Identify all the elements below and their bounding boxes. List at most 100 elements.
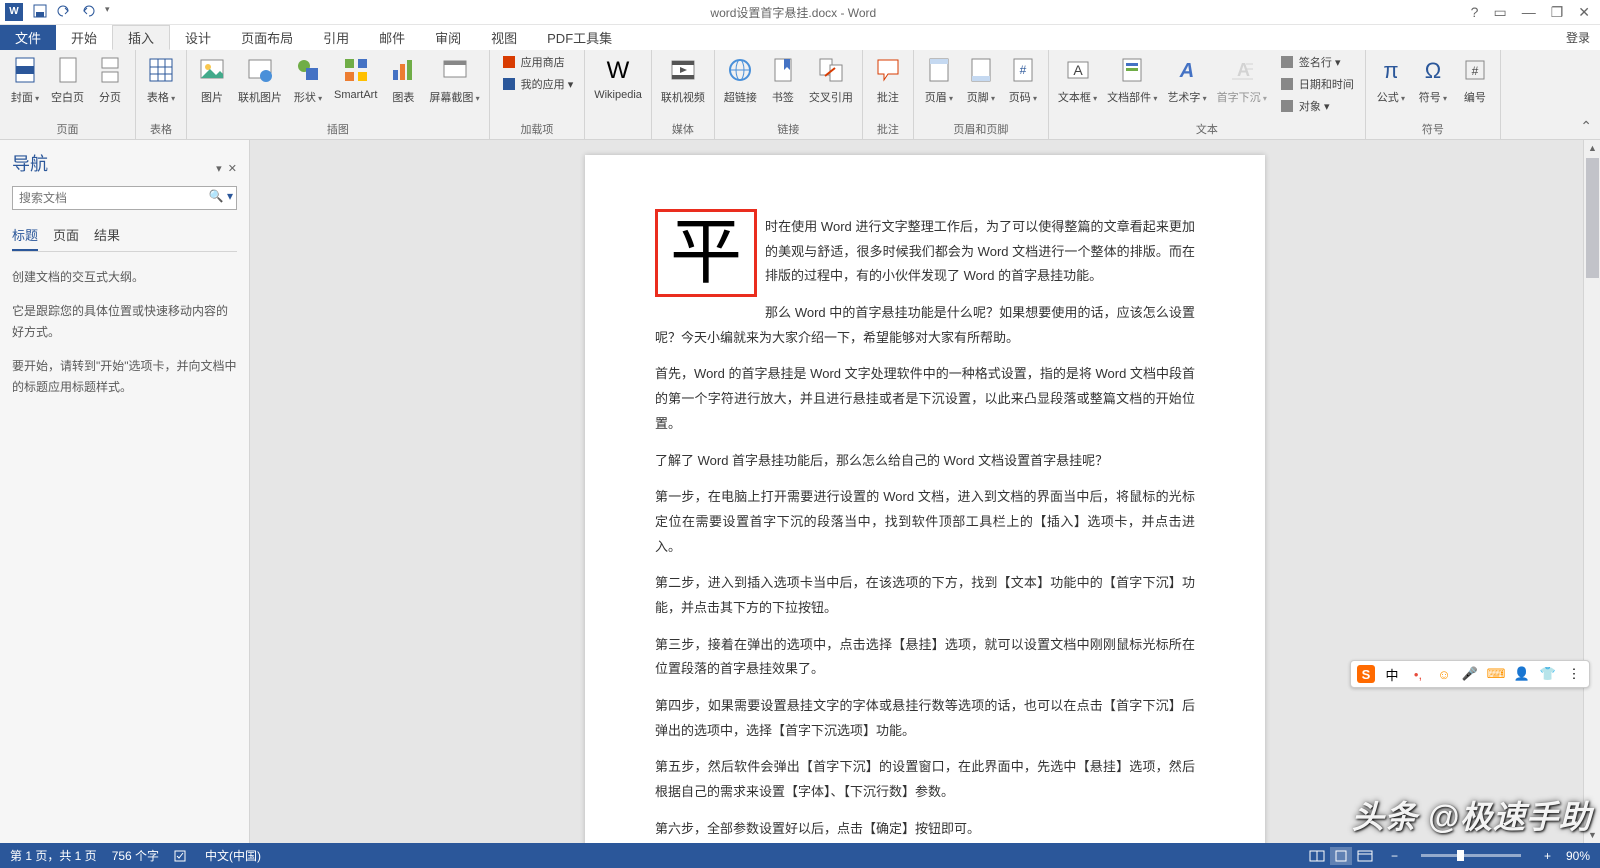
object-button[interactable]: 对象 ▾ <box>1273 96 1360 116</box>
document-page[interactable]: 平 时在使用 Word 进行文字整理工作后，为了可以使得整篇的文章看起来更加的美… <box>585 155 1265 843</box>
page-number-button[interactable]: #页码 <box>1003 52 1043 107</box>
qat-dropdown-icon[interactable]: ▾ <box>105 4 121 20</box>
online-video-button[interactable]: 联机视频 <box>657 52 709 107</box>
header-button[interactable]: 页眉 <box>919 52 959 107</box>
smartart-button[interactable]: SmartArt <box>330 52 381 103</box>
tab-视图[interactable]: 视图 <box>476 25 532 50</box>
equation-button[interactable]: π公式 <box>1371 52 1411 107</box>
zoom-in-button[interactable]: + <box>1544 849 1551 863</box>
zoom-out-button[interactable]: − <box>1391 849 1398 863</box>
restore-icon[interactable]: ❐ <box>1551 4 1564 21</box>
paragraph[interactable]: 那么 Word 中的首字悬挂功能是什么呢？如果想要使用的话，应该怎么设置呢？今天… <box>655 301 1195 350</box>
scrollbar-thumb[interactable] <box>1586 158 1599 278</box>
footer-button[interactable]: 页脚 <box>961 52 1001 107</box>
wikipedia-button[interactable]: WWikipedia <box>590 52 646 103</box>
screenshot-button[interactable]: 屏幕截图 <box>425 52 483 107</box>
tab-插入[interactable]: 插入 <box>112 25 170 50</box>
my-apps-button[interactable]: 我的应用 ▾ <box>495 74 580 94</box>
quick-parts-button[interactable]: 文档部件 <box>1103 52 1161 107</box>
number-button[interactable]: #编号 <box>1455 52 1495 107</box>
document-area[interactable]: 平 时在使用 Word 进行文字整理工作后，为了可以使得整篇的文章看起来更加的美… <box>250 140 1600 843</box>
tab-开始[interactable]: 开始 <box>56 25 112 50</box>
text-box-button[interactable]: A文本框 <box>1054 52 1101 107</box>
document-content[interactable]: 平 时在使用 Word 进行文字整理工作后，为了可以使得整篇的文章看起来更加的美… <box>655 215 1195 843</box>
paragraph-text[interactable]: 时在使用 Word 进行文字整理工作后，为了可以使得整篇的文章看起来更加的美观与… <box>765 219 1195 283</box>
drop-cap-button[interactable]: A首字下沉 <box>1213 52 1271 107</box>
ime-toolbar[interactable]: S 中 •, ☺ 🎤 ⌨ 👤 👕 ⋮ <box>1350 660 1590 688</box>
paragraph[interactable]: 第六步，全部参数设置好以后，点击【确定】按钮即可。 <box>655 817 1195 842</box>
paragraph[interactable]: 第三步，接着在弹出的选项中，点击选择【悬挂】选项，就可以设置文档中刚刚鼠标光标所… <box>655 633 1195 682</box>
language-status[interactable]: 中文(中国) <box>205 847 261 864</box>
scroll-down-icon[interactable]: ▼ <box>1588 830 1597 840</box>
undo-icon[interactable] <box>57 4 73 20</box>
save-icon[interactable] <box>33 4 49 20</box>
cross-reference-button[interactable]: 交叉引用 <box>805 52 857 107</box>
table-button[interactable]: 表格 <box>141 52 181 107</box>
symbol-button[interactable]: Ω符号 <box>1413 52 1453 107</box>
ime-punct-icon[interactable]: •, <box>1409 665 1427 683</box>
paragraph-with-dropcap[interactable]: 平 时在使用 Word 进行文字整理工作后，为了可以使得整篇的文章看起来更加的美… <box>655 215 1195 289</box>
tab-引用[interactable]: 引用 <box>308 25 364 50</box>
ime-user-icon[interactable]: 👤 <box>1513 665 1531 683</box>
scroll-up-icon[interactable]: ▲ <box>1588 143 1597 153</box>
paragraph[interactable]: 第五步，然后软件会弹出【首字下沉】的设置窗口，在此界面中，先选中【悬挂】选项，然… <box>655 755 1195 804</box>
ime-skin-icon[interactable]: 👕 <box>1539 665 1557 683</box>
hyperlink-button[interactable]: 超链接 <box>720 52 761 107</box>
paragraph[interactable]: 了解了 Word 首字悬挂功能后，那么怎么给自己的 Word 文档设置首字悬挂呢… <box>655 449 1195 474</box>
file-tab[interactable]: 文件 <box>0 25 56 50</box>
vertical-scrollbar[interactable]: ▲ ▼ <box>1583 140 1600 843</box>
cover-page-button[interactable]: 封面 <box>5 52 45 107</box>
tab-PDF工具集[interactable]: PDF工具集 <box>532 25 627 50</box>
paragraph[interactable]: 首先，Word 的首字悬挂是 Word 文字处理软件中的一种格式设置，指的是将 … <box>655 362 1195 436</box>
app-store-button[interactable]: 应用商店 <box>495 52 580 72</box>
ime-more-icon[interactable]: ⋮ <box>1565 665 1583 683</box>
paragraph[interactable]: 第一步，在电脑上打开需要进行设置的 Word 文档，进入到文档的界面当中后，将鼠… <box>655 485 1195 559</box>
tab-设计[interactable]: 设计 <box>170 25 226 50</box>
page-break-button[interactable]: 分页 <box>90 52 130 107</box>
blank-page-button[interactable]: 空白页 <box>47 52 88 107</box>
word-count[interactable]: 756 个字 <box>112 847 159 864</box>
spell-check-icon[interactable] <box>174 849 190 863</box>
zoom-slider[interactable] <box>1421 854 1521 857</box>
chart-button[interactable]: 图表 <box>383 52 423 107</box>
zoom-level[interactable]: 90% <box>1566 849 1590 863</box>
ime-keyboard-icon[interactable]: ⌨ <box>1487 665 1505 683</box>
ime-emoji-icon[interactable]: ☺ <box>1435 665 1453 683</box>
date-time-button[interactable]: 日期和时间 <box>1273 74 1360 94</box>
signature-line-button[interactable]: 签名行 ▾ <box>1273 52 1360 72</box>
collapse-ribbon-icon[interactable]: ⌃ <box>1580 118 1592 135</box>
pictures-button[interactable]: 图片 <box>192 52 232 107</box>
wordart-button[interactable]: A艺术字 <box>1163 52 1210 107</box>
web-layout-icon[interactable] <box>1354 847 1376 865</box>
page-count[interactable]: 第 1 页，共 1 页 <box>10 847 97 864</box>
shapes-button[interactable]: 形状 <box>288 52 328 107</box>
login-link[interactable]: 登录 <box>1556 25 1600 50</box>
bookmark-button[interactable]: 书签 <box>763 52 803 107</box>
read-mode-icon[interactable] <box>1306 847 1328 865</box>
online-pictures-button[interactable]: 联机图片 <box>234 52 286 107</box>
comment-button[interactable]: 批注 <box>868 52 908 107</box>
dropcap-char[interactable]: 平 <box>670 213 742 293</box>
print-layout-icon[interactable] <box>1330 847 1352 865</box>
search-icon[interactable]: 🔍 ▾ <box>209 189 233 203</box>
close-icon[interactable]: ✕ <box>1578 4 1590 21</box>
help-icon[interactable]: ? <box>1471 4 1479 21</box>
tab-邮件[interactable]: 邮件 <box>364 25 420 50</box>
nav-options-icon[interactable]: ▾ <box>216 163 222 175</box>
tab-审阅[interactable]: 审阅 <box>420 25 476 50</box>
nav-tab-结果[interactable]: 结果 <box>94 220 120 251</box>
tab-页面布局[interactable]: 页面布局 <box>226 25 308 50</box>
redo-icon[interactable] <box>81 4 97 20</box>
paragraph[interactable]: 第二步，进入到插入选项卡当中后，在该选项的下方，找到【文本】功能中的【首字下沉】… <box>655 571 1195 620</box>
nav-search-input[interactable] <box>12 186 237 210</box>
nav-tab-页面[interactable]: 页面 <box>53 220 79 251</box>
paragraph[interactable]: 第四步，如果需要设置悬挂文字的字体或悬挂行数等选项的话，也可以在点击【首字下沉】… <box>655 694 1195 743</box>
zoom-slider-thumb[interactable] <box>1457 850 1464 861</box>
ime-sogou-icon[interactable]: S <box>1357 665 1375 683</box>
ribbon-display-icon[interactable]: ▭ <box>1493 4 1506 21</box>
nav-tab-标题[interactable]: 标题 <box>12 220 38 251</box>
ime-lang-icon[interactable]: 中 <box>1383 665 1401 683</box>
ime-voice-icon[interactable]: 🎤 <box>1461 665 1479 683</box>
minimize-icon[interactable]: — <box>1522 4 1536 21</box>
nav-close-icon[interactable]: ✕ <box>228 163 237 175</box>
